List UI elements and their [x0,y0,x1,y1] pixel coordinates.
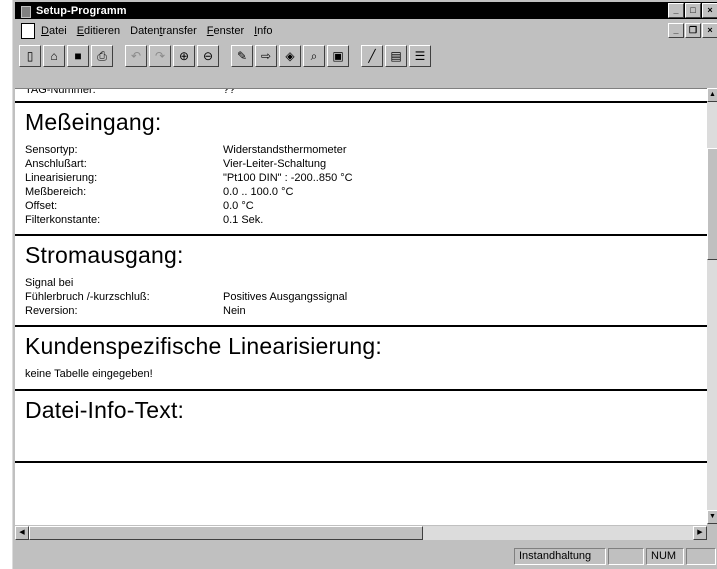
row-value: Nein [223,305,246,317]
doc-restore-button[interactable]: ❐ [685,23,701,38]
app-icon[interactable] [19,5,31,18]
tag-number-label: TAG-Nummer: [25,88,96,96]
open-folder-icon[interactable]: ⌂ [43,45,65,67]
row-label: Meßbereich: [25,186,87,198]
status-bar: Instandhaltung NUM [15,546,717,566]
transfer-icon[interactable]: ⊖ [197,45,219,67]
status-blank-panel [608,547,644,565]
menu-datei[interactable]: Datei [41,25,67,37]
grid-icon[interactable]: ▤ [385,45,407,67]
separator [15,389,707,391]
document-view[interactable]: TAG-Nummer: ?? Meßeingang: Sensortyp: Wi… [15,88,707,525]
scroll-up-arrow-icon[interactable]: ▲ [707,88,717,102]
vertical-scroll-thumb[interactable] [707,148,717,260]
row-label: Offset: [25,200,58,212]
scroll-right-arrow-icon[interactable]: ▶ [693,526,707,540]
horizontal-scroll-thumb[interactable] [29,526,423,540]
separator [15,325,707,327]
menu-fenster[interactable]: Fenster [207,25,244,37]
section-heading-kundenspezifische-linearisierung: Kundenspezifische Linearisierung: [25,333,382,359]
document-window-controls: _ ❐ × [668,23,717,38]
undo-icon[interactable]: ↶ [125,45,147,67]
zoom-icon[interactable]: ⌕ [303,45,325,67]
row-label: Linearisierung: [25,172,98,184]
vertical-scrollbar[interactable]: ▲ ▼ [707,88,717,524]
status-extra-panel [686,547,716,565]
section-heading-stromausgang: Stromausgang: [25,242,184,268]
row-value: Vier-Leiter-Schaltung [223,158,327,170]
status-mode-panel: Instandhaltung [514,547,606,565]
horizontal-scrollbar[interactable]: ◀ ▶ [15,526,707,540]
row-label: Anschlußart: [25,158,87,170]
minimize-button[interactable]: _ [668,3,684,18]
pen-icon[interactable]: ✎ [231,45,253,67]
tag-number-row: TAG-Nummer: ?? [25,88,235,96]
menu-info[interactable]: Info [254,25,272,37]
title-bar[interactable]: Setup-Programm _ □ × [15,2,717,19]
separator [15,461,707,463]
row-value: Widerstandsthermometer [223,144,347,156]
toolbar: ▯ ⌂ ■ ⎙ ↶ ↷ ⊕ ⊖ ✎ ⇨ ◈ ⌕ ▣ ╱ ▤ ☰ [15,42,717,70]
row-label: keine Tabelle eingegeben! [25,368,153,380]
app-window: Setup-Programm _ □ × Datei Editieren Dat… [12,0,717,569]
tag-number-value: ?? [223,88,236,96]
row-value: 0.0 °C [223,200,254,212]
row-label: Fühlerbruch /-kurzschluß: [25,291,150,303]
maximize-button[interactable]: □ [685,3,701,18]
target-icon[interactable]: ⊕ [173,45,195,67]
window-controls: _ □ × [668,3,717,18]
doc-close-button[interactable]: × [702,23,717,38]
scroll-left-arrow-icon[interactable]: ◀ [15,526,29,540]
row-value: Positives Ausgangssignal [223,291,348,303]
menu-bar: Datei Editieren Datentransfer Fenster In… [15,21,717,40]
section-heading-messeingang: Meßeingang: [25,109,162,135]
row-value: "Pt100 DIN" : -200..850 °C [223,172,353,184]
save-icon[interactable]: ■ [67,45,89,67]
row-value: 0.0 .. 100.0 °C [223,186,294,198]
section-heading-datei-info-text: Datei-Info-Text: [25,397,185,423]
row-label: Signal bei [25,277,74,289]
scroll-down-arrow-icon[interactable]: ▼ [707,510,717,524]
redo-icon[interactable]: ↷ [149,45,171,67]
print-icon[interactable]: ⎙ [91,45,113,67]
arrow-right-icon[interactable]: ⇨ [255,45,277,67]
diamond-icon[interactable]: ◈ [279,45,301,67]
doc-minimize-button[interactable]: _ [668,23,684,38]
separator [15,101,707,103]
new-document-icon[interactable]: ▯ [19,45,41,67]
row-label: Filterkonstante: [25,214,101,226]
document-icon[interactable] [21,22,35,39]
list-icon[interactable]: ☰ [409,45,431,67]
close-button[interactable]: × [702,3,717,18]
menu-datentransfer[interactable]: Datentransfer [130,25,197,37]
row-value: 0.1 Sek. [223,214,264,226]
menu-editieren[interactable]: Editieren [77,25,120,37]
separator [15,234,707,236]
picture-icon[interactable]: ▣ [327,45,349,67]
row-label: Reversion: [25,305,78,317]
window-title: Setup-Programm [36,4,127,17]
status-num-panel: NUM [646,547,684,565]
line-icon[interactable]: ╱ [361,45,383,67]
row-label: Sensortyp: [25,144,78,156]
